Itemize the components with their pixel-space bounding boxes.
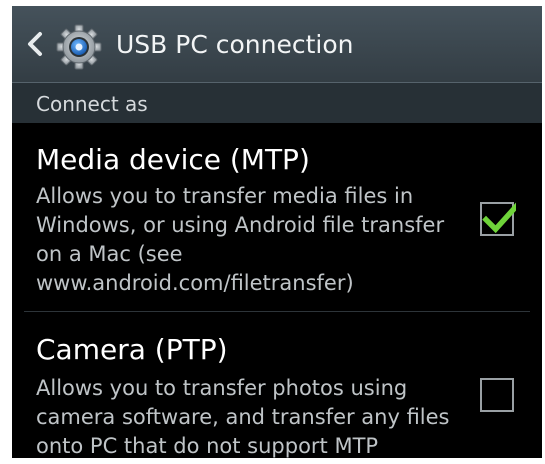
option-media-device[interactable]: Media device (MTP) Allows you to transfe… — [12, 124, 542, 311]
checkmark-icon — [482, 202, 516, 234]
option-title: Media device (MTP) — [36, 143, 310, 176]
option-camera[interactable]: Camera (PTP) Allows you to transfer phot… — [12, 312, 542, 458]
media-device-checkbox[interactable] — [480, 202, 516, 236]
gear-icon — [56, 24, 102, 70]
option-description: Allows you to transfer media files in Wi… — [36, 184, 445, 295]
camera-checkbox[interactable] — [480, 378, 514, 412]
option-description: Allows you to transfer photos using came… — [36, 376, 450, 458]
screen: USB PC connection Connect as Media devic… — [12, 6, 542, 458]
section-header: Connect as — [12, 83, 542, 123]
section-label: Connect as — [36, 92, 148, 116]
action-bar: USB PC connection — [12, 6, 542, 83]
chevron-left-icon[interactable] — [24, 28, 46, 60]
page-title: USB PC connection — [116, 30, 354, 59]
option-title: Camera (PTP) — [36, 333, 228, 366]
